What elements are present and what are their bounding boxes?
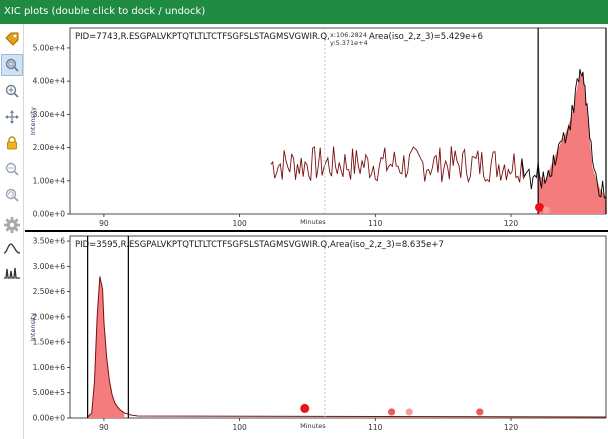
x-axis-label: Minutes xyxy=(300,218,326,226)
y-tick-label: 1.00e+6 xyxy=(33,363,66,372)
x-tick-label: 110 xyxy=(368,219,383,228)
cursor-x-readout: x:106.2824 xyxy=(330,31,367,39)
y-tick-label: 5.00e+5 xyxy=(33,388,66,397)
y-tick-label: 5.00e+4 xyxy=(33,43,66,52)
multi-trace-tool-button[interactable] xyxy=(1,262,23,284)
xic-plots-svg[interactable]: 0.00e+0 1.00e+4 2.00e+4 3.00e+4 4.00e+4 5.00e… xyxy=(25,24,608,439)
y-tick-label: 0.00e+0 xyxy=(33,414,66,423)
y-tick-label: 4.00e+4 xyxy=(33,77,66,86)
zoom-reset-tool-button[interactable] xyxy=(1,184,23,206)
plot-pid-label: PID=3595,R.ESGPALVKPTQTLTLTCTFSGFSLSTAGM… xyxy=(75,240,327,250)
lock-icon xyxy=(7,136,17,150)
plot-frame xyxy=(69,27,607,215)
zoom-in-icon xyxy=(5,84,19,98)
y-tick-label: 3.00e+4 xyxy=(33,110,66,119)
x-axis-label: Minutes xyxy=(300,422,326,430)
zoom-region-icon xyxy=(5,58,19,72)
tag-icon xyxy=(5,32,19,46)
precursor-marker xyxy=(476,408,484,416)
y-tick-label: 1.50e+6 xyxy=(33,338,66,347)
plot-toolbar xyxy=(0,24,24,439)
x-tick-label: 120 xyxy=(504,219,519,228)
y-tick-label: 2.00e+4 xyxy=(33,143,66,152)
precursor-marker xyxy=(542,206,550,214)
cursor-y-readout: y:5.371e+4 xyxy=(330,39,368,47)
x-tick-label: 90 xyxy=(99,423,109,432)
y-tick-label: 3.00e+6 xyxy=(33,262,66,271)
precursor-marker xyxy=(535,202,545,212)
x-tick-label: 100 xyxy=(232,423,247,432)
precursor-marker xyxy=(300,403,310,413)
pane-splitter xyxy=(25,230,608,232)
y-tick-label: 1.00e+4 xyxy=(33,176,66,185)
single-trace-icon xyxy=(3,243,21,254)
single-trace-tool-button[interactable] xyxy=(1,238,23,260)
zoom-reset-icon xyxy=(5,188,19,202)
precursor-marker xyxy=(405,408,413,416)
plot-area-label: ,Area(iso_2,z_3)=8.635e+7 xyxy=(327,240,444,250)
y-axis-label: Intensity xyxy=(29,313,37,341)
xic-plot-top: 0.00e+0 1.00e+4 2.00e+4 3.00e+4 4.00e+4 5.00e… xyxy=(29,27,607,228)
y-tick-label: 2.50e+6 xyxy=(33,287,66,296)
plot-pid-label: PID=7743,R.ESGPALVKPTQTLTLTCTFSGFSLSTAGM… xyxy=(75,32,366,42)
y-tick-label: 0.00e+0 xyxy=(33,210,66,219)
multi-trace-icon xyxy=(4,267,20,279)
zoom-region-tool-button[interactable] xyxy=(1,54,23,76)
zoom-in-tool-button[interactable] xyxy=(1,80,23,102)
zoom-out-icon xyxy=(5,162,19,176)
gear-icon xyxy=(4,217,20,233)
x-tick-label: 100 xyxy=(232,219,247,228)
precursor-marker xyxy=(388,408,396,416)
y-tick-label: 3.50e+6 xyxy=(33,237,66,246)
y-tick-label: 2.00e+6 xyxy=(33,312,66,321)
y-axis-label: Intensity xyxy=(29,107,37,135)
lock-tool-button[interactable] xyxy=(1,132,23,154)
xic-plot-bottom: 0.00e+0 5.00e+5 1.00e+6 1.50e+6 2.00e+6 2.50e… xyxy=(29,235,607,432)
window-titlebar[interactable]: XIC plots (double click to dock / undock… xyxy=(0,0,608,24)
x-tick-label: 90 xyxy=(99,219,109,228)
xic-plot-area[interactable]: 0.00e+0 1.00e+4 2.00e+4 3.00e+4 4.00e+4 5.00e… xyxy=(25,24,608,439)
zoom-out-tool-button[interactable] xyxy=(1,158,23,180)
x-tick-label: 120 xyxy=(504,423,519,432)
x-tick-label: 110 xyxy=(368,423,383,432)
settings-tool-button[interactable] xyxy=(1,214,23,236)
plot-area-label: Area(iso_2,z_3)=5.429e+6 xyxy=(369,32,483,42)
tag-tool-button[interactable] xyxy=(1,28,23,50)
plot-frame xyxy=(69,235,607,419)
pan-move-tool-button[interactable] xyxy=(1,106,23,128)
pan-move-icon xyxy=(5,110,19,124)
